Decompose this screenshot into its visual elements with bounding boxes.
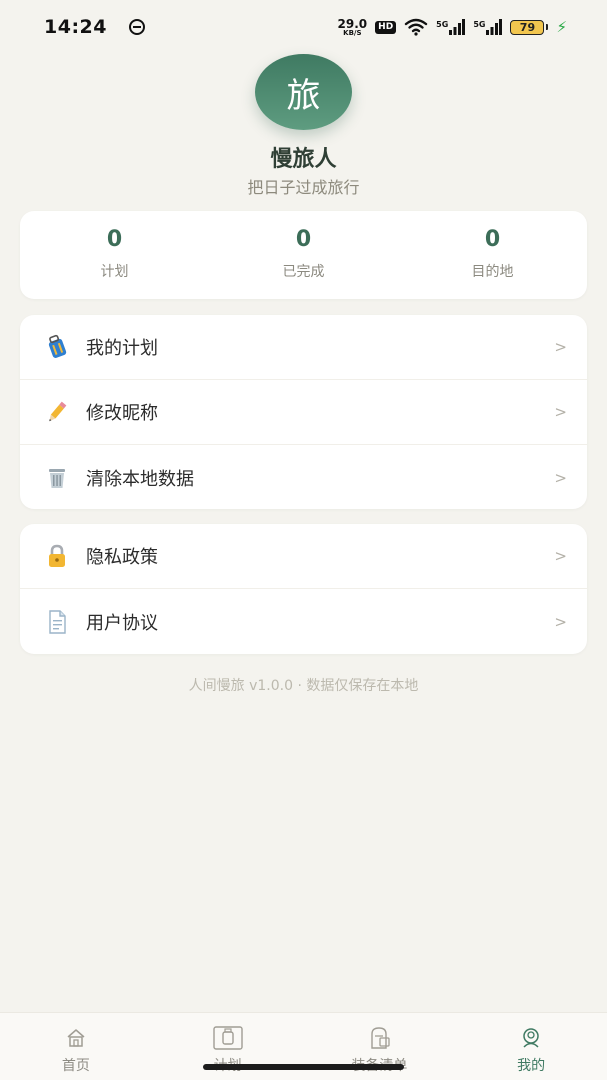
trash-icon xyxy=(42,463,72,493)
stat-destinations[interactable]: 0 目的地 xyxy=(398,211,587,299)
status-right: 29.0 KB/S HD 5G 5G 79 ⚡ xyxy=(338,18,567,37)
menu-label-edit-nickname: 修改昵称 xyxy=(86,403,158,424)
profile-icon xyxy=(516,1025,546,1051)
pencil-icon xyxy=(42,397,72,427)
tab-profile-label: 我的 xyxy=(517,1058,546,1074)
home-icon xyxy=(61,1025,91,1051)
status-left: 14:24 xyxy=(44,16,145,38)
luggage-icon xyxy=(42,332,72,362)
plan-icon xyxy=(212,1025,243,1051)
home-indicator[interactable] xyxy=(203,1064,404,1070)
chevron-right-icon: > xyxy=(554,338,567,356)
chevron-right-icon: > xyxy=(554,403,567,421)
wifi-icon xyxy=(404,18,428,36)
battery-icon: 79 xyxy=(510,19,549,35)
user-motto: 把日子过成旅行 xyxy=(247,178,360,197)
network-speed: 29.0 KB/S xyxy=(338,18,368,37)
stat-completed-value: 0 xyxy=(295,227,312,252)
profile-screen: 14:24 29.0 KB/S HD 5G 5G 79 ⚡ 旅 慢旅人 把日子过… xyxy=(0,0,607,1080)
battery-level: 79 xyxy=(510,19,545,35)
menu-item-edit-nickname[interactable]: 修改昵称 > xyxy=(20,380,587,445)
hd-badge: HD xyxy=(375,20,397,34)
backpack-icon xyxy=(364,1025,394,1051)
signal-label-1: 5G xyxy=(436,20,449,29)
menu-label-my-plans: 我的计划 xyxy=(86,338,158,359)
stat-completed[interactable]: 0 已完成 xyxy=(209,211,398,299)
avatar[interactable]: 旅 xyxy=(255,54,352,130)
chevron-right-icon: > xyxy=(554,612,567,631)
app-version-note: 人间慢旅 v1.0.0 · 数据仅保存在本地 xyxy=(188,678,419,694)
menu-group-legal: 隐私政策 > 用户协议 > xyxy=(20,524,587,654)
stat-plans[interactable]: 0 计划 xyxy=(20,211,209,299)
charging-icon: ⚡ xyxy=(556,17,567,36)
menu-item-my-plans[interactable]: 我的计划 > xyxy=(20,315,587,380)
lock-icon xyxy=(42,541,72,571)
status-bar: 14:24 29.0 KB/S HD 5G 5G 79 ⚡ xyxy=(0,0,607,54)
chevron-right-icon: > xyxy=(554,468,567,487)
stats-card: 0 计划 0 已完成 0 目的地 xyxy=(20,211,587,299)
stat-plans-value: 0 xyxy=(106,227,123,252)
menu-label-privacy-policy: 隐私政策 xyxy=(86,547,158,568)
stat-completed-label: 已完成 xyxy=(282,264,325,280)
cellular-signal-icon-2: 5G xyxy=(473,19,503,35)
menu-label-clear-data: 清除本地数据 xyxy=(86,468,194,490)
menu-item-clear-data[interactable]: 清除本地数据 > xyxy=(20,445,587,510)
tab-home-label: 首页 xyxy=(61,1058,90,1074)
notification-app-icon xyxy=(128,19,145,35)
stat-destinations-label: 目的地 xyxy=(471,264,514,280)
tab-profile[interactable]: 我的 xyxy=(455,1013,607,1080)
signal-label-2: 5G xyxy=(473,20,486,29)
stat-destinations-value: 0 xyxy=(484,227,501,252)
battery-tip xyxy=(546,24,549,30)
menu-item-privacy-policy[interactable]: 隐私政策 > xyxy=(20,524,587,589)
menu-item-user-agreement[interactable]: 用户协议 > xyxy=(20,589,587,654)
stat-plans-label: 计划 xyxy=(100,264,129,280)
menu-group-main: 我的计划 > 修改昵称 > 清除本地数据 > xyxy=(20,315,587,509)
network-speed-value: 29.0 xyxy=(337,16,368,31)
status-time: 14:24 xyxy=(44,16,107,38)
tab-home[interactable]: 首页 xyxy=(0,1013,152,1080)
menu-label-user-agreement: 用户协议 xyxy=(86,612,158,634)
document-icon xyxy=(42,607,72,637)
cellular-signal-icon: 5G xyxy=(436,19,466,35)
user-nickname: 慢旅人 xyxy=(270,147,337,172)
network-speed-unit: KB/S xyxy=(343,28,362,37)
chevron-right-icon: > xyxy=(554,547,567,565)
